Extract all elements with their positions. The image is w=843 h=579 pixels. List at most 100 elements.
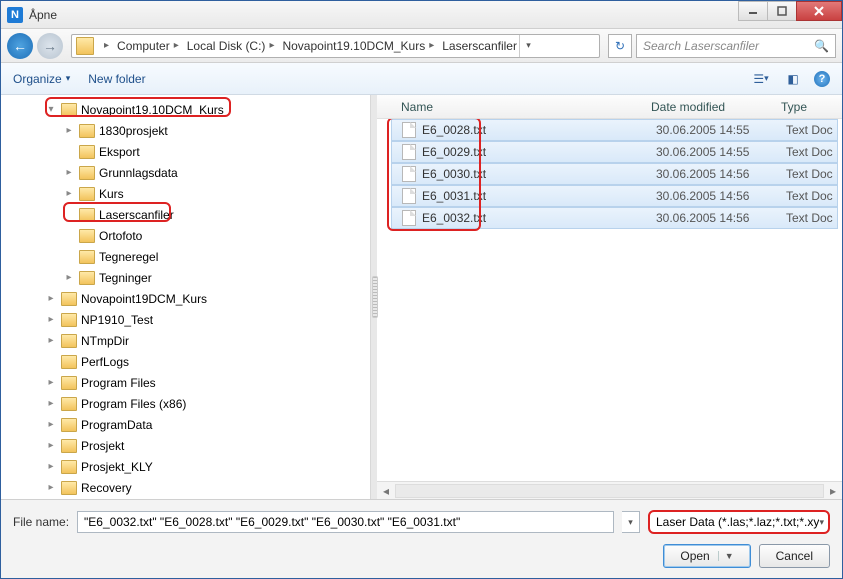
- search-icon: 🔍: [814, 39, 829, 53]
- close-button[interactable]: [796, 1, 842, 21]
- tree-item-label: Program Files (x86): [81, 397, 186, 411]
- col-date-header[interactable]: Date modified: [651, 100, 781, 114]
- file-row[interactable]: E6_0031.txt30.06.2005 14:56Text Doc: [391, 185, 838, 207]
- open-label: Open: [680, 549, 709, 563]
- chevron-down-icon: ▾: [66, 73, 71, 84]
- file-row[interactable]: E6_0029.txt30.06.2005 14:55Text Doc: [391, 141, 838, 163]
- tree-item[interactable]: ▸NP1910_Test: [5, 309, 370, 330]
- tree-item-label: Grunnlagsdata: [99, 166, 178, 180]
- tree-item[interactable]: Ortofoto: [5, 225, 370, 246]
- scroll-right-arrow[interactable]: ▸: [824, 484, 842, 498]
- expand-icon[interactable]: ▸: [45, 482, 57, 493]
- tree-item[interactable]: ▸ 1830prosjekt: [5, 120, 370, 141]
- tree-item[interactable]: ▸Prosjekt: [5, 435, 370, 456]
- address-dropdown[interactable]: ▾: [519, 35, 537, 57]
- expand-icon[interactable]: ▸: [45, 398, 57, 409]
- tree-item[interactable]: ▸ Program Files (x86): [5, 393, 370, 414]
- folder-icon: [61, 292, 77, 306]
- tree-item[interactable]: ▸NTmpDir: [5, 330, 370, 351]
- file-type: Text Doc: [786, 123, 833, 137]
- cancel-button[interactable]: Cancel: [759, 544, 830, 568]
- tree-item[interactable]: ▾Novapoint19.10DCM_Kurs: [5, 99, 370, 120]
- crumb-computer[interactable]: Computer▸: [115, 35, 185, 57]
- address-bar[interactable]: ▸ Computer▸ Local Disk (C:)▸ Novapoint19…: [71, 34, 600, 58]
- folder-icon: [79, 229, 95, 243]
- tree-item[interactable]: ▸ Recovery: [5, 477, 370, 498]
- tree-item[interactable]: ▸ Kurs: [5, 183, 370, 204]
- horizontal-scrollbar[interactable]: ◂ ▸: [377, 481, 842, 499]
- search-input[interactable]: Search Laserscanfiler 🔍: [636, 34, 836, 58]
- file-type: Text Doc: [786, 167, 833, 181]
- col-type-header[interactable]: Type: [781, 100, 842, 114]
- view-mode-button[interactable]: ☰ ▾: [750, 68, 772, 90]
- minimize-button[interactable]: [738, 1, 768, 21]
- open-split-arrow[interactable]: ▼: [718, 551, 734, 561]
- folder-icon: [79, 124, 95, 138]
- tree-item[interactable]: ▸ Novapoint19DCM_Kurs: [5, 288, 370, 309]
- crumb-novapoint[interactable]: Novapoint19.10DCM_Kurs▸: [280, 35, 440, 57]
- crumb-laserscan[interactable]: Laserscanfiler: [440, 35, 519, 57]
- tree-item-label: 1830prosjekt: [99, 124, 168, 138]
- expand-icon[interactable]: ▸: [45, 314, 57, 325]
- back-button[interactable]: ←: [7, 33, 33, 59]
- folder-icon: [61, 313, 77, 327]
- folder-tree[interactable]: ▾Novapoint19.10DCM_Kurs ▸ 1830prosjekt Eksp…: [1, 95, 371, 499]
- expand-icon[interactable]: ▸: [45, 293, 57, 304]
- tree-item[interactable]: Eksport: [5, 141, 370, 162]
- crumb-sep-root[interactable]: ▸: [98, 35, 115, 57]
- col-name-header[interactable]: Name: [401, 100, 651, 114]
- filename-dropdown[interactable]: ▾: [622, 511, 640, 533]
- tree-item[interactable]: PerfLogs: [5, 351, 370, 372]
- tree-item-label: Recovery: [81, 481, 132, 495]
- filename-input[interactable]: "E6_0032.txt" "E6_0028.txt" "E6_0029.txt…: [77, 511, 614, 533]
- tree-item[interactable]: Tegneregel: [5, 246, 370, 267]
- expand-icon[interactable]: ▸: [63, 272, 75, 283]
- open-button[interactable]: Open ▼: [663, 544, 750, 568]
- scroll-track[interactable]: [395, 484, 824, 498]
- file-icon: [402, 166, 416, 182]
- folder-icon: [79, 208, 95, 222]
- tree-item-label: Kurs: [99, 187, 124, 201]
- tree-item-label: Novapoint19DCM_Kurs: [81, 292, 207, 306]
- file-row[interactable]: E6_0030.txt30.06.2005 14:56Text Doc: [391, 163, 838, 185]
- refresh-button[interactable]: ↻: [608, 34, 632, 58]
- open-dialog: N Åpne ← → ▸ Computer▸ Local Disk (C:)▸ …: [0, 0, 843, 579]
- expand-icon[interactable]: ▾: [45, 104, 57, 115]
- file-name: E6_0030.txt: [422, 167, 656, 181]
- tree-item[interactable]: ▸ Prosjekt_KLY: [5, 456, 370, 477]
- file-name: E6_0028.txt: [422, 123, 656, 137]
- scroll-left-arrow[interactable]: ◂: [377, 484, 395, 498]
- expand-icon[interactable]: ▸: [45, 440, 57, 451]
- crumb-localdisk[interactable]: Local Disk (C:)▸: [185, 35, 281, 57]
- expand-icon[interactable]: ▸: [63, 125, 75, 136]
- tree-item[interactable]: ▸Program Files: [5, 372, 370, 393]
- tree-item[interactable]: ▸ Grunnlagsdata: [5, 162, 370, 183]
- file-list[interactable]: E6_0028.txt30.06.2005 14:55Text DocE6_00…: [377, 119, 842, 481]
- folder-icon: [61, 376, 77, 390]
- file-icon: [402, 122, 416, 138]
- organize-button[interactable]: Organize ▾: [13, 72, 70, 86]
- expand-icon[interactable]: ▸: [45, 335, 57, 346]
- file-type-filter[interactable]: Laser Data (*.las;*.laz;*.txt;*.xyz) ▾: [648, 510, 830, 534]
- crumb-label: Computer: [117, 39, 170, 53]
- file-row[interactable]: E6_0028.txt30.06.2005 14:55Text Doc: [391, 119, 838, 141]
- folder-icon: [61, 355, 77, 369]
- expand-icon[interactable]: ▸: [45, 419, 57, 430]
- app-icon: N: [7, 7, 23, 23]
- expand-icon[interactable]: ▸: [45, 461, 57, 472]
- help-icon[interactable]: ?: [814, 71, 830, 87]
- expand-icon[interactable]: ▸: [63, 188, 75, 199]
- tree-item-label: Ortofoto: [99, 229, 142, 243]
- tree-item[interactable]: ▸Tegninger: [5, 267, 370, 288]
- tree-item[interactable]: ▸ProgramData: [5, 414, 370, 435]
- file-row[interactable]: E6_0032.txt30.06.2005 14:56Text Doc: [391, 207, 838, 229]
- forward-button[interactable]: →: [37, 33, 63, 59]
- maximize-button[interactable]: [767, 1, 797, 21]
- tree-item[interactable]: Laserscanfiler: [5, 204, 370, 225]
- file-icon: [402, 210, 416, 226]
- new-folder-button[interactable]: New folder: [88, 72, 145, 86]
- expand-icon[interactable]: ▸: [45, 377, 57, 388]
- expand-icon[interactable]: ▸: [63, 167, 75, 178]
- tree-item-label: Prosjekt_KLY: [81, 460, 153, 474]
- preview-pane-button[interactable]: ◧: [782, 68, 804, 90]
